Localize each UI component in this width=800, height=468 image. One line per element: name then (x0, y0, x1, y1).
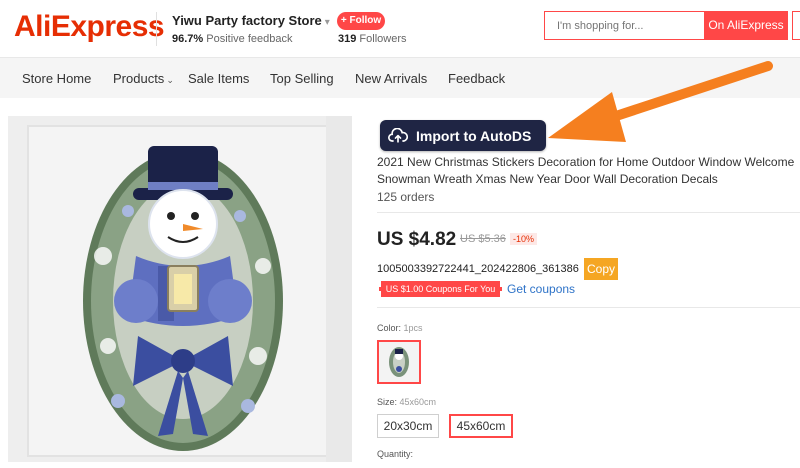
nav-products[interactable]: Products ⌄ (113, 71, 174, 86)
order-count: 125 orders (377, 190, 435, 204)
quantity-label: Quantity: (377, 449, 414, 459)
color-selected-value: 1pcs (403, 323, 423, 333)
feedback-label: Positive feedback (206, 33, 293, 45)
cloud-upload-icon (388, 127, 408, 143)
nav-products-label[interactable]: Products (113, 71, 164, 86)
wreath-thumbnail-icon (389, 347, 409, 377)
nav-top-selling[interactable]: Top Selling (270, 71, 334, 86)
get-coupons-link[interactable]: Get coupons (507, 282, 575, 296)
product-main-image[interactable] (8, 116, 352, 462)
sku-id: 1005003392722441_202422806_361386 (377, 263, 579, 275)
color-property-label: Color: 1pcs (377, 323, 423, 333)
feedback-value: 96.7% (172, 33, 204, 45)
divider (377, 307, 800, 308)
original-price: US $5.36 (460, 233, 506, 245)
coupon-badge[interactable]: US $1.00 Coupons For You (379, 281, 502, 297)
color-option-1pcs[interactable] (377, 340, 421, 384)
store-nav: Store Home Products ⌄ Sale Items Top Sell… (0, 58, 800, 98)
import-to-autods-button[interactable]: Import to AutoDS (380, 120, 546, 151)
size-property-label: Size: 45x60cm (377, 397, 436, 407)
chevron-down-icon[interactable]: ▾ (325, 17, 330, 28)
store-header: AliExpress Yiwu Party factory Store ▾ 96.… (0, 0, 800, 58)
store-feedback: 96.7% Positive feedback (172, 33, 292, 45)
current-price: US $4.82 (377, 229, 457, 250)
size-option-45x60[interactable]: 45x60cm (449, 414, 513, 438)
nav-new-arrivals[interactable]: New Arrivals (355, 71, 427, 86)
size-option-20x30[interactable]: 20x30cm (377, 414, 439, 438)
nav-sale-items[interactable]: Sale Items (188, 71, 249, 86)
nav-feedback[interactable]: Feedback (448, 71, 505, 86)
header-divider (156, 12, 157, 46)
divider (377, 212, 800, 213)
store-name-text[interactable]: Yiwu Party factory Store (172, 13, 322, 28)
autods-button-label: Import to AutoDS (416, 127, 532, 144)
product-title: 2021 New Christmas Stickers Decoration f… (377, 155, 795, 186)
followers-label: Followers (359, 33, 407, 45)
follow-button[interactable]: + Follow (337, 12, 385, 30)
followers-count: 319 Followers (338, 33, 407, 45)
nav-store-home[interactable]: Store Home (22, 71, 91, 86)
search-store-button[interactable] (792, 11, 800, 40)
size-label: Size: (377, 397, 398, 407)
search-box (544, 11, 704, 40)
size-selected-value: 45x60cm (399, 397, 437, 407)
followers-number: 319 (338, 33, 357, 45)
aliexpress-logo[interactable]: AliExpress (14, 10, 165, 44)
search-input[interactable] (545, 12, 704, 39)
color-label: Color: (377, 323, 402, 333)
discount-badge: -10% (510, 233, 538, 245)
copy-sku-button[interactable]: Copy (584, 258, 618, 280)
search-aliexpress-button[interactable]: On AliExpress (704, 11, 788, 40)
store-name[interactable]: Yiwu Party factory Store ▾ (172, 13, 330, 28)
chevron-down-icon[interactable]: ⌄ (166, 75, 174, 85)
